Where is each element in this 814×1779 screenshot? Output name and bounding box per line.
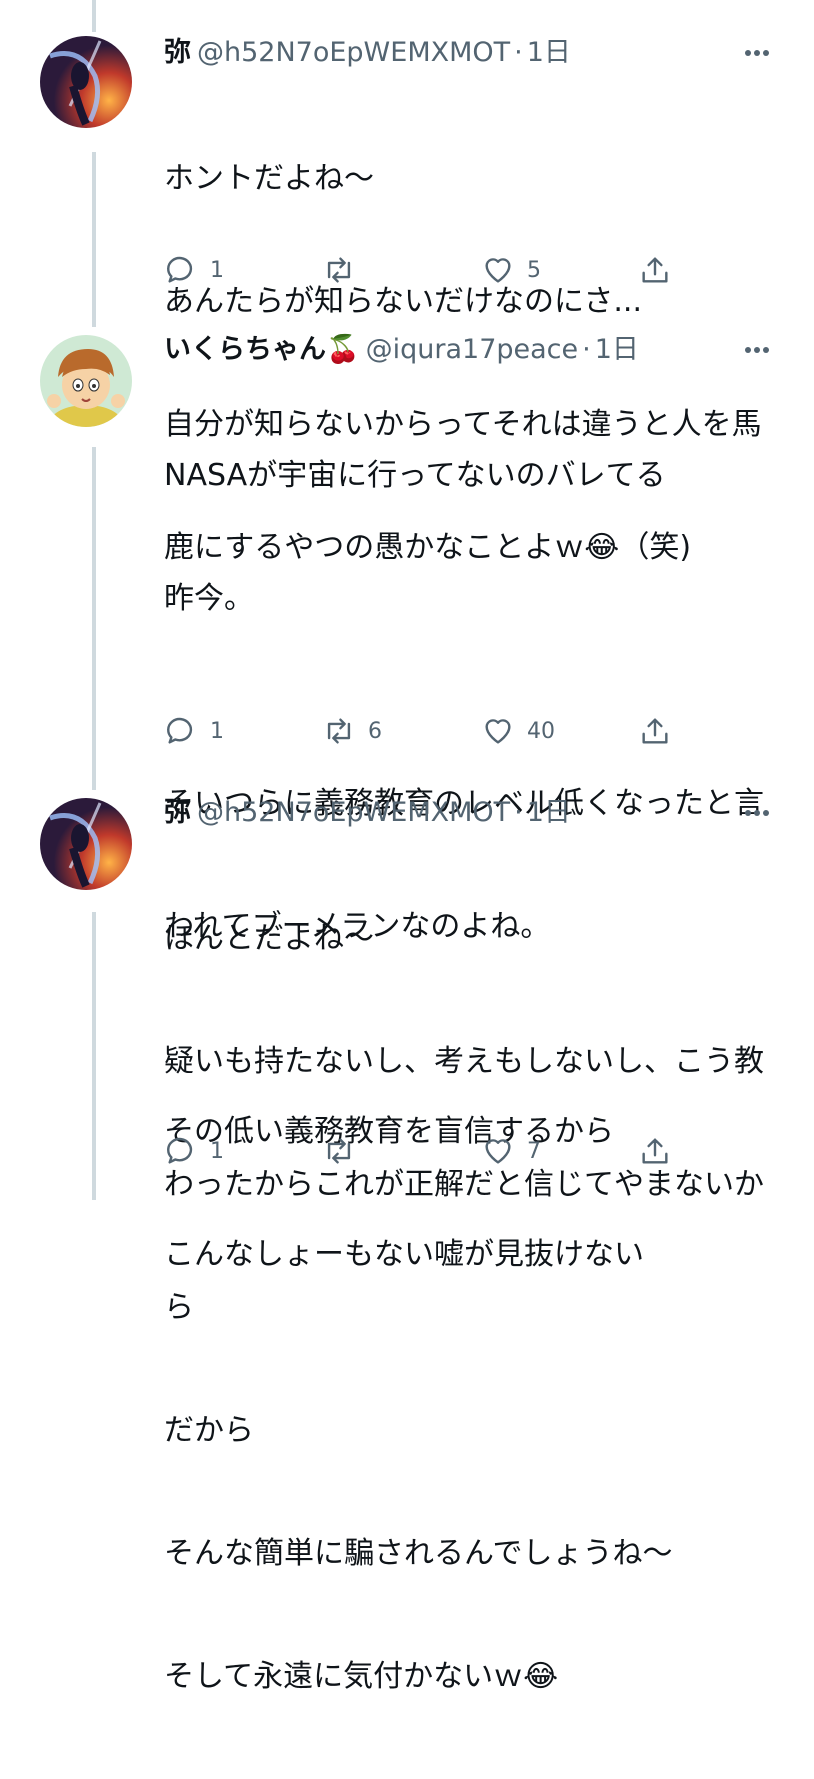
avatar-image (40, 36, 132, 128)
user-handle[interactable]: @h52N7oEpWEMXMOT (197, 34, 510, 72)
like-button[interactable]: 40 (481, 711, 555, 751)
tweet-line: 昨今。 (164, 581, 254, 616)
more-icon[interactable] (740, 796, 774, 830)
share-icon (642, 257, 668, 283)
retweet-count: 6 (368, 718, 382, 744)
like-count: 5 (527, 257, 541, 283)
retweet-icon (327, 257, 351, 283)
tweet-header: いくらちゃん🍒 @iqura17peace · 1日 (164, 331, 774, 369)
separator-dot: · (514, 37, 523, 68)
separator-dot: · (582, 334, 591, 365)
like-button[interactable]: 7 (481, 1131, 541, 1171)
avatar-image (40, 798, 132, 890)
avatar[interactable] (40, 335, 132, 427)
tweet-actions: 1 7 (0, 1131, 814, 1171)
share-button[interactable] (638, 1131, 672, 1171)
display-name[interactable]: 弥 (164, 794, 191, 832)
tweet-line: 疑いも持たないし、考えもしないし、こう教 (164, 1044, 764, 1079)
tweet-actions: 1 6 40 (0, 711, 814, 751)
tweet-line: ほんとだよね〜 (164, 921, 374, 956)
share-button[interactable] (638, 711, 672, 751)
reply-button[interactable]: 1 (164, 1131, 224, 1171)
tweet-line: そして永遠に気付かないｗ😂 (164, 1659, 559, 1694)
retweet-button[interactable]: 6 (322, 711, 382, 751)
display-name[interactable]: 弥 (164, 34, 191, 72)
more-icon[interactable] (740, 36, 774, 70)
reply-count: 1 (210, 718, 224, 744)
tweet-header: 弥 @h52N7oEpWEMXMOT · 1日 (164, 34, 774, 72)
share-icon (642, 1138, 668, 1164)
retweet-button[interactable] (322, 250, 368, 290)
tweet-text: ほんとだよね〜 疑いも持たないし、考えもしないし、こう教 わったからこれが正解だ… (164, 836, 774, 1779)
retweet-icon (327, 718, 351, 744)
user-handle[interactable]: @iqura17peace (366, 331, 579, 369)
tweet-line: NASAが宇宙に行ってないのバレてる (164, 458, 666, 493)
thread-line (92, 152, 96, 327)
tweet-line: ら (164, 1290, 194, 1325)
tweet-header: 弥 @h52N7oEpWEMXMOT · 1日 (164, 794, 774, 832)
timestamp[interactable]: 1日 (527, 794, 571, 832)
tweet-line: そんな簡単に騙されるんでしょうね〜 (164, 1536, 673, 1571)
tweet-line: だから (164, 1413, 254, 1448)
reply-icon (167, 256, 193, 283)
retweet-button[interactable] (322, 1131, 368, 1171)
heart-icon (485, 1139, 511, 1164)
more-icon[interactable] (740, 333, 774, 367)
reply-icon (167, 1137, 193, 1164)
retweet-icon (327, 1138, 351, 1164)
share-icon (642, 718, 668, 744)
like-count: 7 (527, 1138, 541, 1164)
reply-count: 1 (210, 257, 224, 283)
heart-icon (485, 258, 511, 283)
heart-icon (485, 719, 511, 744)
timestamp[interactable]: 1日 (527, 34, 571, 72)
thread-line (92, 0, 96, 32)
avatar[interactable] (40, 798, 132, 890)
timestamp[interactable]: 1日 (595, 331, 639, 369)
reply-count: 1 (210, 1138, 224, 1164)
tweet-line: ホントだよね〜 (164, 161, 374, 196)
avatar[interactable] (40, 36, 132, 128)
display-name[interactable]: いくらちゃん🍒 (164, 331, 360, 369)
share-button[interactable] (638, 250, 672, 290)
like-count: 40 (527, 718, 555, 744)
reply-button[interactable]: 1 (164, 250, 224, 290)
avatar-image (40, 335, 132, 427)
reply-button[interactable]: 1 (164, 711, 224, 751)
separator-dot: · (514, 797, 523, 828)
reply-icon (167, 717, 193, 744)
like-button[interactable]: 5 (481, 250, 541, 290)
user-handle[interactable]: @h52N7oEpWEMXMOT (197, 794, 510, 832)
tweet-actions: 1 5 (0, 250, 814, 290)
